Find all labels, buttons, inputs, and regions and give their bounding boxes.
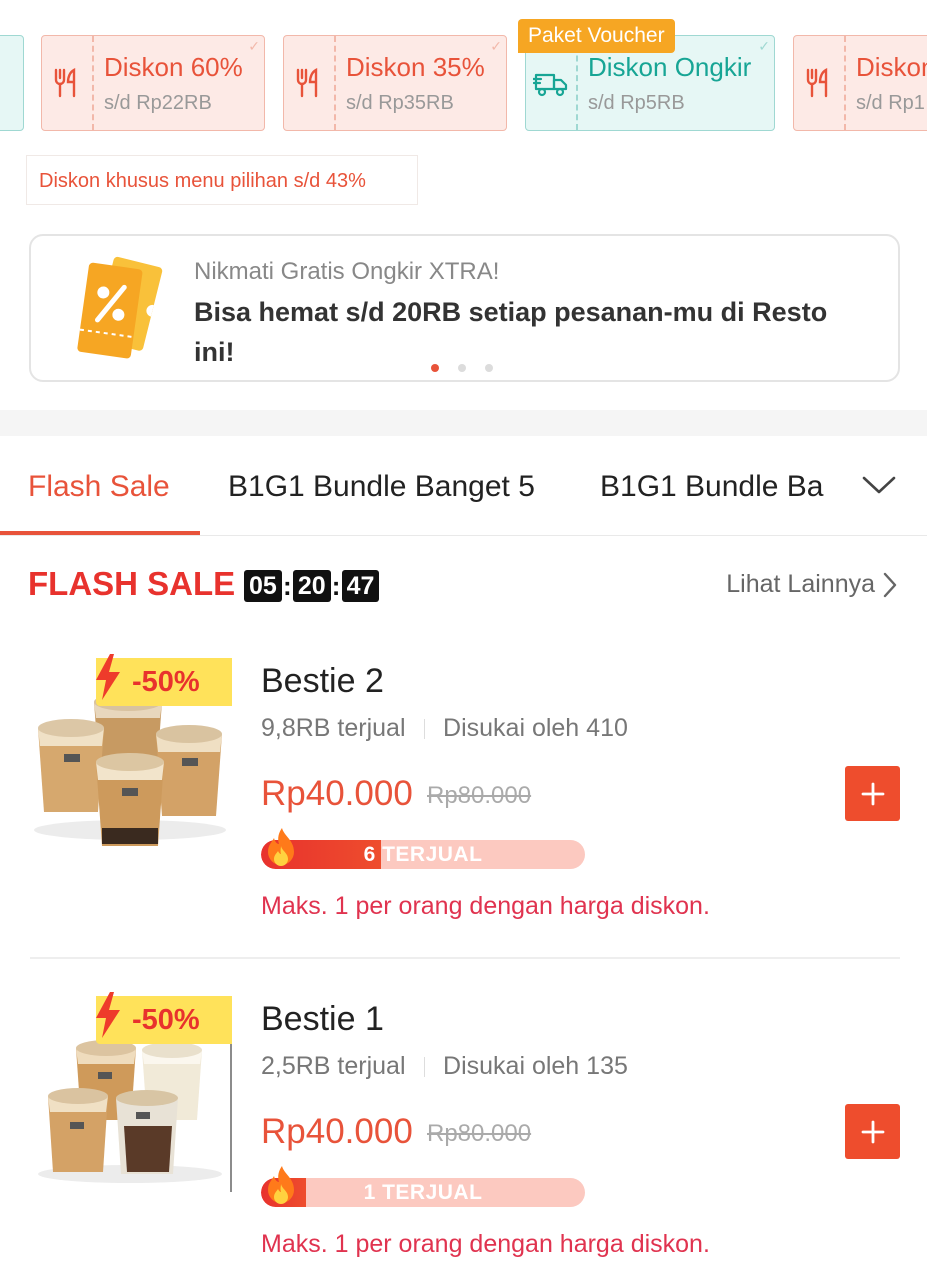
sold-count: 9,8RB terjual xyxy=(261,714,406,742)
voucher-subtitle: s/d Rp1 xyxy=(856,92,925,114)
see-more-link[interactable]: Lihat Lainnya xyxy=(726,570,897,599)
chevron-right-icon xyxy=(883,572,897,597)
product-stats: 2,5RB terjual Disukai oleh 135 xyxy=(261,1052,628,1081)
sold-progress-label: 6 TERJUAL xyxy=(363,843,483,866)
voucher-subtitle: s/d Rp5RB xyxy=(588,92,685,114)
utensils-icon xyxy=(54,68,76,98)
flash-sale-header: FLASH SALE 05 : 20 : 47 Lihat Lainnya xyxy=(0,556,927,616)
utensils-icon xyxy=(296,68,318,98)
product-name: Bestie 2 xyxy=(261,662,384,700)
plus-icon xyxy=(861,782,884,805)
lightning-icon xyxy=(96,992,120,1038)
timer-minutes: 20 xyxy=(292,570,331,602)
sold-count: 2,5RB terjual xyxy=(261,1052,406,1080)
lightning-icon xyxy=(96,654,120,700)
promo-body: Bisa hemat s/d 20RB setiap pesanan-mu di… xyxy=(194,297,828,367)
purchase-limit-note: Maks. 1 per orang dengan harga diskon. xyxy=(261,1230,710,1258)
active-tab-indicator xyxy=(0,531,200,535)
voucher-stub xyxy=(794,36,846,130)
likes-count: Disukai oleh 410 xyxy=(443,714,628,742)
chevron-down-icon[interactable] xyxy=(861,472,897,496)
countdown-timer: 05 : 20 : 47 xyxy=(244,570,380,602)
voucher-title: Diskon Ongkir xyxy=(588,52,752,82)
percent-ticket-icon xyxy=(77,256,163,359)
promo-banner[interactable]: Nikmati Gratis Ongkir XTRA! Bisa hemat s… xyxy=(29,234,900,382)
menu-category-tabs: Flash Sale B1G1 Bundle Banget 5 B1G1 Bun… xyxy=(0,436,927,536)
utensils-icon xyxy=(806,68,828,98)
product-card[interactable]: -50% Bestie 1 2,5RB terjual Disukai oleh… xyxy=(0,992,927,1280)
check-icon: ✓ xyxy=(490,38,502,54)
voucher-stub xyxy=(0,36,23,130)
check-icon: ✓ xyxy=(758,38,770,54)
delivery-truck-icon xyxy=(533,73,568,97)
tab-b1g1-bundle-banget-5[interactable]: B1G1 Bundle Banget 5 xyxy=(228,470,535,504)
carousel-dots xyxy=(431,364,493,372)
see-more-label: Lihat Lainnya xyxy=(726,570,875,598)
product-divider xyxy=(30,957,900,959)
plus-icon xyxy=(861,1120,884,1143)
add-to-cart-button[interactable] xyxy=(845,1104,900,1159)
product-name: Bestie 1 xyxy=(261,1000,384,1038)
voucher-card-diskon-35[interactable]: Diskon 35% s/d Rp35RB ✓ xyxy=(283,35,507,131)
product-card[interactable]: -50% Bestie 2 9,8RB terjual Disukai oleh… xyxy=(0,654,927,978)
timer-hours: 05 xyxy=(244,570,282,602)
carousel-dot[interactable] xyxy=(485,364,493,372)
section-separator xyxy=(0,410,927,436)
voucher-subtitle: s/d Rp22RB xyxy=(104,92,212,114)
sale-price: Rp40.000 xyxy=(261,774,413,813)
carousel-dot-active[interactable] xyxy=(431,364,439,372)
voucher-card-partial-left[interactable] xyxy=(0,35,24,131)
voucher-subtitle: s/d Rp35RB xyxy=(346,92,454,114)
product-stats: 9,8RB terjual Disukai oleh 410 xyxy=(261,714,628,743)
voucher-title: Diskon xyxy=(856,52,927,82)
voucher-card-diskon-60[interactable]: Diskon 60% s/d Rp22RB ✓ xyxy=(41,35,265,131)
carousel-dot[interactable] xyxy=(458,364,466,372)
flash-sale-logo: FLASH SALE xyxy=(28,564,235,604)
tab-flash-sale[interactable]: Flash Sale xyxy=(28,470,170,504)
sold-progress-bar: 1 TERJUAL xyxy=(261,1178,585,1207)
add-to-cart-button[interactable] xyxy=(845,766,900,821)
voucher-stub xyxy=(42,36,94,130)
special-discount-label: Diskon khusus menu pilihan s/d 43% xyxy=(26,155,418,205)
paket-voucher-tag: Paket Voucher xyxy=(518,19,675,53)
promo-headline: Nikmati Gratis Ongkir XTRA! xyxy=(194,258,500,285)
purchase-limit-note: Maks. 1 per orang dengan harga diskon. xyxy=(261,892,710,920)
original-price: Rp80.000 xyxy=(427,782,532,809)
flame-icon xyxy=(268,1166,294,1204)
sold-progress-label: 1 TERJUAL xyxy=(363,1181,483,1204)
timer-seconds: 47 xyxy=(341,570,380,602)
voucher-card-diskon-partial[interactable]: Diskon s/d Rp1 xyxy=(793,35,927,131)
voucher-title: Diskon 35% xyxy=(346,52,485,82)
original-price: Rp80.000 xyxy=(427,1120,532,1147)
flame-icon xyxy=(268,828,294,866)
tab-b1g1-bundle-ba[interactable]: B1G1 Bundle Ba xyxy=(600,470,824,504)
sold-progress-bar: 6 TERJUAL xyxy=(261,840,585,869)
flash-sale-logo-text: FLASH SALE xyxy=(28,565,236,602)
voucher-strip[interactable]: Diskon 60% s/d Rp22RB ✓ Diskon 35% s/d R… xyxy=(0,0,927,150)
voucher-stub xyxy=(284,36,336,130)
check-icon: ✓ xyxy=(248,38,260,54)
voucher-title: Diskon 60% xyxy=(104,52,243,82)
sale-price: Rp40.000 xyxy=(261,1112,413,1151)
likes-count: Disukai oleh 135 xyxy=(443,1052,628,1080)
